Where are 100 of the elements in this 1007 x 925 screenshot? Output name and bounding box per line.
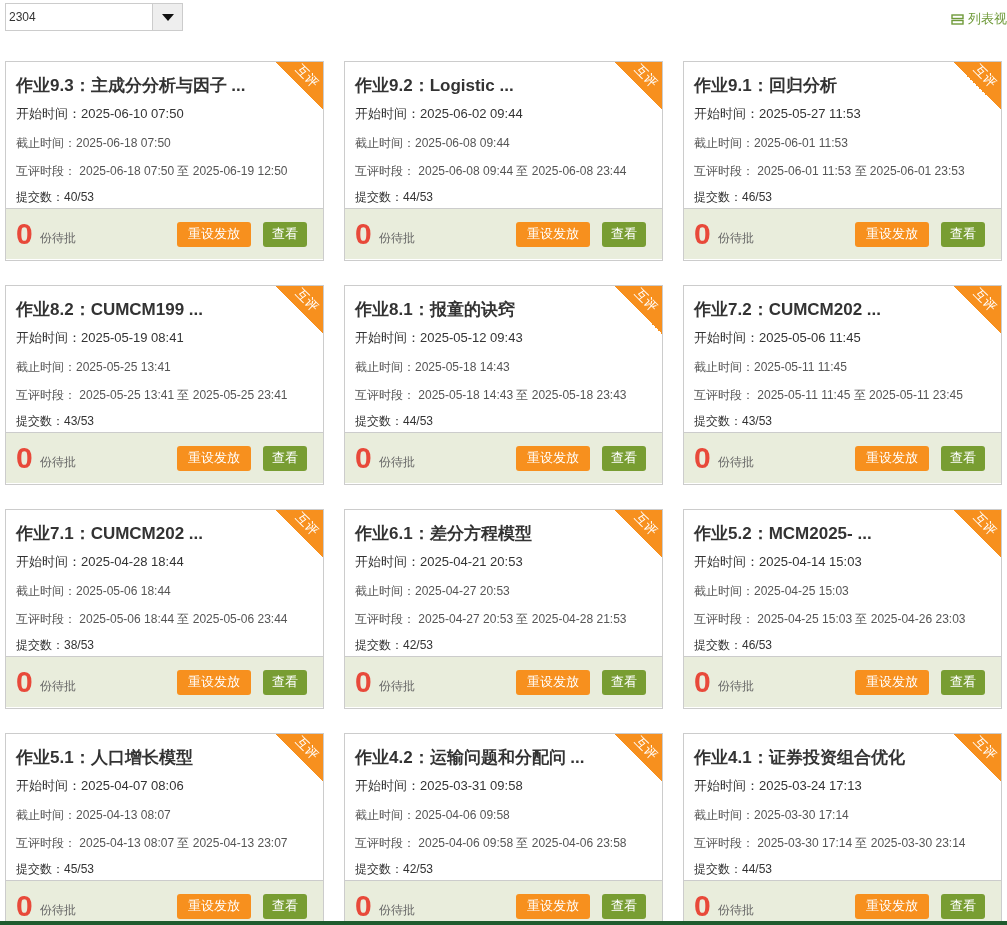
start-time: 开始时间：2025-06-10 07:50 <box>16 105 185 123</box>
deadline: 截止时间：2025-03-30 17:14 <box>694 807 850 824</box>
peer-review-period: 互评时段： 2025-03-30 17:14 至 2025-03-30 23:14 <box>694 835 967 852</box>
peer-review-ribbon: 互评 <box>953 510 1001 558</box>
peer-review-ribbon: 互评 <box>275 62 323 110</box>
peer-review-ribbon: 互评 <box>953 286 1001 334</box>
pending-count: 0 <box>16 891 33 921</box>
pending-count: 0 <box>355 667 372 697</box>
peer-review-ribbon: 互评 <box>953 62 1001 110</box>
view-button[interactable]: 查看 <box>941 221 985 247</box>
view-button[interactable]: 查看 <box>263 893 307 919</box>
pending-label: 份待批 <box>378 453 416 471</box>
view-button[interactable]: 查看 <box>602 445 646 471</box>
deadline: 截止时间：2025-06-18 07:50 <box>16 135 172 152</box>
start-time: 开始时间：2025-04-14 15:03 <box>694 553 863 571</box>
assignment-title: 作业4.2：运输问题和分配问 ... <box>355 747 585 769</box>
deadline: 截止时间：2025-05-11 11:45 <box>694 359 848 376</box>
start-time: 开始时间：2025-04-07 08:06 <box>16 777 185 795</box>
submission-count: 提交数：44/53 <box>355 413 435 430</box>
assignment-title: 作业9.1：回归分析 <box>694 75 837 97</box>
submission-count: 提交数：45/53 <box>16 861 96 878</box>
deadline: 截止时间：2025-06-01 11:53 <box>694 135 849 152</box>
peer-review-ribbon: 互评 <box>275 286 323 334</box>
reset-button[interactable]: 重设发放 <box>177 669 251 695</box>
submission-count: 提交数：43/53 <box>694 413 774 430</box>
assignment-title: 作业9.2：Logistic ... <box>355 75 514 97</box>
pending-count: 0 <box>694 891 711 921</box>
pending-count: 0 <box>694 219 711 249</box>
submission-count: 提交数：42/53 <box>355 637 435 654</box>
peer-review-ribbon: 互评 <box>953 734 1001 782</box>
pending-count: 0 <box>16 219 33 249</box>
peer-review-ribbon: 互评 <box>275 510 323 558</box>
peer-review-period: 互评时段： 2025-05-18 14:43 至 2025-05-18 23:43 <box>355 387 628 404</box>
pending-label: 份待批 <box>717 453 755 471</box>
peer-review-period: 互评时段： 2025-06-08 09:44 至 2025-06-08 23:44 <box>355 163 628 180</box>
assignment-title: 作业8.1：报童的诀窍 <box>355 299 515 321</box>
view-button[interactable]: 查看 <box>263 445 307 471</box>
reset-button[interactable]: 重设发放 <box>855 669 929 695</box>
view-button[interactable]: 查看 <box>263 669 307 695</box>
start-time: 开始时间：2025-05-12 09:43 <box>355 329 524 347</box>
peer-review-period: 互评时段： 2025-05-25 13:41 至 2025-05-25 23:41 <box>16 387 289 404</box>
start-time: 开始时间：2025-04-21 20:53 <box>355 553 524 571</box>
deadline: 截止时间：2025-05-06 18:44 <box>16 583 172 600</box>
reset-button[interactable]: 重设发放 <box>516 445 590 471</box>
peer-review-period: 互评时段： 2025-06-18 07:50 至 2025-06-19 12:50 <box>16 163 289 180</box>
peer-review-period: 互评时段： 2025-05-11 11:45 至 2025-05-11 23:45 <box>694 387 964 404</box>
view-button[interactable]: 查看 <box>263 221 307 247</box>
deadline: 截止时间：2025-04-27 20:53 <box>355 583 511 600</box>
pending-count: 0 <box>355 891 372 921</box>
pending-count: 0 <box>355 219 372 249</box>
reset-button[interactable]: 重设发放 <box>855 221 929 247</box>
peer-review-period: 互评时段： 2025-04-13 08:07 至 2025-04-13 23:07 <box>16 835 289 852</box>
reset-button[interactable]: 重设发放 <box>516 221 590 247</box>
reset-button[interactable]: 重设发放 <box>177 221 251 247</box>
reset-button[interactable]: 重设发放 <box>855 445 929 471</box>
class-select[interactable]: 2304 <box>5 3 183 31</box>
pending-count: 0 <box>694 667 711 697</box>
peer-review-period: 互评时段： 2025-04-27 20:53 至 2025-04-28 21:53 <box>355 611 628 628</box>
view-button[interactable]: 查看 <box>941 893 985 919</box>
view-button[interactable]: 查看 <box>602 221 646 247</box>
reset-button[interactable]: 重设发放 <box>177 893 251 919</box>
view-button[interactable]: 查看 <box>602 669 646 695</box>
start-time: 开始时间：2025-05-06 11:45 <box>694 329 862 347</box>
assignment-title: 作业8.2：CUMCM199 ... <box>16 299 204 321</box>
reset-button[interactable]: 重设发放 <box>855 893 929 919</box>
pending-label: 份待批 <box>39 453 77 471</box>
peer-review-ribbon: 互评 <box>614 286 662 334</box>
reset-button[interactable]: 重设发放 <box>516 893 590 919</box>
assignment-title: 作业7.1：CUMCM202 ... <box>16 523 204 545</box>
list-view-link[interactable]: 列表视 <box>951 10 1007 28</box>
pending-label: 份待批 <box>717 229 755 247</box>
list-icon <box>951 13 964 25</box>
pending-count: 0 <box>16 667 33 697</box>
peer-review-period: 互评时段： 2025-04-06 09:58 至 2025-04-06 23:58 <box>355 835 628 852</box>
pending-label: 份待批 <box>39 677 77 695</box>
deadline: 截止时间：2025-04-13 08:07 <box>16 807 172 824</box>
peer-review-period: 互评时段： 2025-06-01 11:53 至 2025-06-01 23:53 <box>694 163 966 180</box>
reset-button[interactable]: 重设发放 <box>516 669 590 695</box>
dropdown-arrow-icon <box>161 13 174 21</box>
deadline: 截止时间：2025-06-08 09:44 <box>355 135 511 152</box>
assignment-title: 作业4.1：证券投资组合优化 <box>694 747 905 769</box>
pending-label: 份待批 <box>717 677 755 695</box>
submission-count: 提交数：40/53 <box>16 189 96 206</box>
start-time: 开始时间：2025-06-02 09:44 <box>355 105 524 123</box>
deadline: 截止时间：2025-05-18 14:43 <box>355 359 511 376</box>
submission-count: 提交数：44/53 <box>694 861 774 878</box>
start-time: 开始时间：2025-05-27 11:53 <box>694 105 862 123</box>
view-button[interactable]: 查看 <box>602 893 646 919</box>
start-time: 开始时间：2025-04-28 18:44 <box>16 553 185 571</box>
pending-label: 份待批 <box>39 229 77 247</box>
assignment-title: 作业5.2：MCM2025- ... <box>694 523 872 545</box>
submission-count: 提交数：44/53 <box>355 189 435 206</box>
reset-button[interactable]: 重设发放 <box>177 445 251 471</box>
pending-label: 份待批 <box>378 901 416 919</box>
view-button[interactable]: 查看 <box>941 669 985 695</box>
pending-label: 份待批 <box>717 901 755 919</box>
start-time: 开始时间：2025-03-24 17:13 <box>694 777 863 795</box>
view-button[interactable]: 查看 <box>941 445 985 471</box>
pending-count: 0 <box>694 443 711 473</box>
submission-count: 提交数：46/53 <box>694 189 774 206</box>
